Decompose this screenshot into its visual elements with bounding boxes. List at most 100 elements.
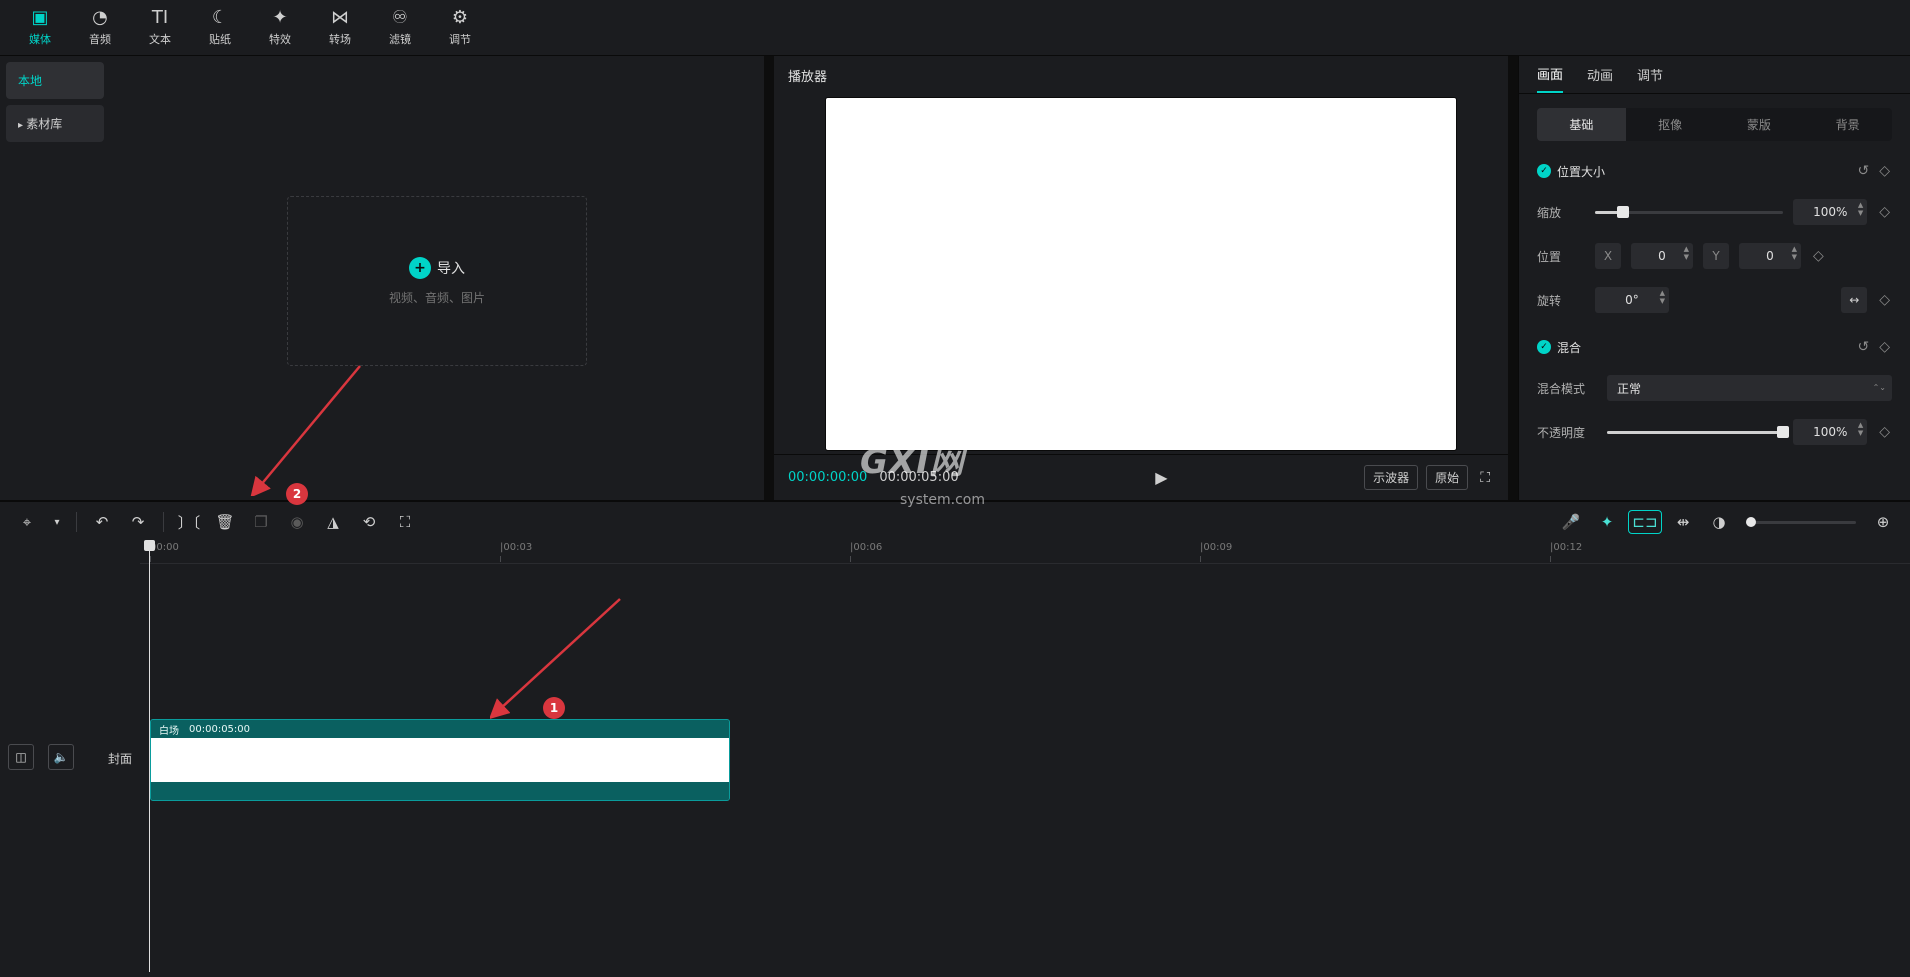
track-controls: ◫ 🔈 <box>8 744 74 770</box>
row-opacity: 不透明度 100% ▲▼ ◇ <box>1537 419 1892 445</box>
auto-cut-button[interactable]: ✦ <box>1592 507 1622 537</box>
row-rotation: 旋转 0° ▲▼ ↔ ◇ <box>1537 287 1892 313</box>
copy-button[interactable]: ❐ <box>246 507 276 537</box>
player-panel: 播放器 00:00:00:00 00:00:05:00 ▶ 示波器 原始 ⛶ <box>774 56 1508 500</box>
tab-transition-label: 转场 <box>329 31 351 47</box>
axis-x-label: X <box>1595 243 1621 269</box>
tab-filter[interactable]: ♾ 滤镜 <box>372 4 428 52</box>
reset-icon[interactable]: ↺ <box>1855 161 1871 181</box>
mic-button[interactable]: 🎤 <box>1556 507 1586 537</box>
reset-icon[interactable]: ↺ <box>1855 337 1871 357</box>
blend-mode-select[interactable]: 正常 <box>1607 375 1892 401</box>
crop-button[interactable]: ⛶ <box>390 507 420 537</box>
rotation-input[interactable]: 0° ▲▼ <box>1595 287 1669 313</box>
time-current: 00:00:00:00 <box>788 470 867 485</box>
tab-audio[interactable]: ◔ 音频 <box>72 4 128 52</box>
subtab-cutout[interactable]: 抠像 <box>1626 108 1715 141</box>
sidebar-item-library[interactable]: 素材库 <box>6 105 104 142</box>
clip-footer <box>151 782 729 800</box>
fullscreen-icon[interactable]: ⛶ <box>1476 466 1494 490</box>
sidebar-item-label: 本地 <box>18 74 42 88</box>
keyframe-icon[interactable]: ◇ <box>1877 422 1892 442</box>
timeline-toolbar: ⌖ ▾ ↶ ↷ 〕〔 🗑 ❐ ◉ ◮ ⟲ ⛶ 🎤 ✦ ⊏⊐ ⇹ ◑ ⊕ <box>0 500 1910 542</box>
zoom-fit-button[interactable]: ⊕ <box>1868 507 1898 537</box>
player-controls: 00:00:00:00 00:00:05:00 ▶ 示波器 原始 ⛶ <box>774 454 1508 500</box>
inspector-tab-animation[interactable]: 动画 <box>1587 57 1613 92</box>
keyframe-icon[interactable]: ◇ <box>1811 246 1826 266</box>
preview-toggle[interactable]: ◑ <box>1704 507 1734 537</box>
inspector-tab-canvas[interactable]: 画面 <box>1537 56 1563 93</box>
position-y-input[interactable]: 0 ▲▼ <box>1739 243 1801 269</box>
section-blend-head: ✓ 混合 ↺ ◇ <box>1537 337 1892 357</box>
pointer-dropdown[interactable]: ▾ <box>48 507 66 537</box>
track-lock-button[interactable]: ◫ <box>8 744 34 770</box>
rotation-label: 旋转 <box>1537 292 1585 309</box>
clip-header: 白场 00:00:05:00 <box>151 720 729 738</box>
tab-effect[interactable]: ✦ 特效 <box>252 4 308 52</box>
keyframe-icon[interactable]: ◇ <box>1877 161 1892 181</box>
cover-button[interactable]: 封面 <box>98 744 142 773</box>
redo-button[interactable]: ↷ <box>123 507 153 537</box>
import-hint: 视频、音频、图片 <box>389 289 485 306</box>
media-panel: 本地 素材库 + 导入 视频、音频、图片 <box>0 56 764 500</box>
split-button[interactable]: 〕〔 <box>174 507 204 537</box>
opacity-input[interactable]: 100% ▲▼ <box>1793 419 1867 445</box>
zoom-slider[interactable] <box>1746 521 1856 524</box>
check-icon[interactable]: ✓ <box>1537 340 1551 354</box>
section-blend-label: 混合 <box>1557 339 1581 356</box>
tab-text[interactable]: TI 文本 <box>132 4 188 52</box>
flip-button[interactable]: ↔ <box>1841 287 1867 313</box>
opacity-slider[interactable] <box>1607 431 1783 434</box>
player-title: 播放器 <box>774 56 1508 94</box>
section-position-head: ✓ 位置大小 ↺ ◇ <box>1537 161 1892 181</box>
audio-icon: ◔ <box>92 9 108 27</box>
subtab-basic[interactable]: 基础 <box>1537 108 1626 141</box>
play-button[interactable]: ▶ <box>1155 468 1167 487</box>
subtab-background[interactable]: 背景 <box>1803 108 1892 141</box>
sticker-icon: ☾ <box>212 9 228 27</box>
position-x-input[interactable]: 0 ▲▼ <box>1631 243 1693 269</box>
inspector-tab-adjust[interactable]: 调节 <box>1637 57 1663 92</box>
adjust-icon: ⚙ <box>452 9 468 27</box>
scale-label: 缩放 <box>1537 204 1585 221</box>
tab-adjust[interactable]: ⚙ 调节 <box>432 4 488 52</box>
delete-button[interactable]: 🗑 <box>210 507 240 537</box>
undo-button[interactable]: ↶ <box>87 507 117 537</box>
tab-transition[interactable]: ⋈ 转场 <box>312 4 368 52</box>
import-dropzone[interactable]: + 导入 视频、音频、图片 <box>287 196 587 366</box>
track-mute-button[interactable]: 🔈 <box>48 744 74 770</box>
tab-sticker[interactable]: ☾ 贴纸 <box>192 4 248 52</box>
clip-body <box>151 738 729 782</box>
scale-slider[interactable] <box>1595 211 1783 214</box>
aspect-ratio-button[interactable]: 原始 <box>1426 465 1468 490</box>
video-clip[interactable]: 白场 00:00:05:00 <box>150 719 730 801</box>
keyframe-icon[interactable]: ◇ <box>1877 290 1892 310</box>
player-canvas[interactable] <box>826 98 1456 450</box>
record-button[interactable]: ◉ <box>282 507 312 537</box>
ruler-tick: 00:00 <box>150 542 179 553</box>
tab-adjust-label: 调节 <box>449 31 471 47</box>
mirror-button[interactable]: ◮ <box>318 507 348 537</box>
tab-effect-label: 特效 <box>269 31 291 47</box>
tab-text-label: 文本 <box>149 31 171 47</box>
keyframe-icon[interactable]: ◇ <box>1877 337 1892 357</box>
rotate-button[interactable]: ⟲ <box>354 507 384 537</box>
check-icon[interactable]: ✓ <box>1537 164 1551 178</box>
timeline-ruler[interactable]: 00:00 |00:03 |00:06 |00:09 |00:12 <box>140 542 1910 564</box>
media-content: + 导入 视频、音频、图片 <box>110 56 764 500</box>
sidebar-item-local[interactable]: 本地 <box>6 62 104 99</box>
inspector-tabs: 画面 动画 调节 <box>1519 56 1910 94</box>
inspector-subtabs: 基础 抠像 蒙版 背景 <box>1519 94 1910 151</box>
subtab-mask[interactable]: 蒙版 <box>1715 108 1804 141</box>
tab-media[interactable]: ▣ 媒体 <box>12 4 68 52</box>
scale-input[interactable]: 100% ▲▼ <box>1793 199 1867 225</box>
snap-button[interactable]: ⇹ <box>1668 507 1698 537</box>
scope-button[interactable]: 示波器 <box>1364 465 1418 490</box>
keyframe-icon[interactable]: ◇ <box>1877 202 1892 222</box>
transition-icon: ⋈ <box>331 9 349 27</box>
opacity-label: 不透明度 <box>1537 424 1597 441</box>
magnet-button[interactable]: ⊏⊐ <box>1628 510 1662 534</box>
axis-y-label: Y <box>1703 243 1729 269</box>
pointer-tool-button[interactable]: ⌖ <box>12 507 42 537</box>
main-panels: 本地 素材库 + 导入 视频、音频、图片 播放器 00:00:00:00 <box>0 56 1910 500</box>
